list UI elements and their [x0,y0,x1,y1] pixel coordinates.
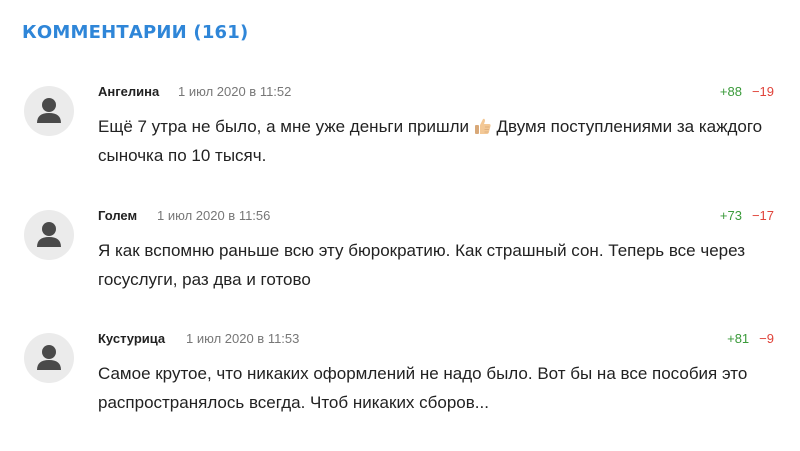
comment-date: 1 июл 2020 в 11:56 [157,208,271,223]
vote-counts: +73 −17 [720,208,774,224]
comment-date: 1 июл 2020 в 11:53 [186,331,300,346]
thumbs-up-icon [474,115,492,134]
user-placeholder-icon [37,222,61,247]
comment-text: Самое крутое, что никаких оформлений не … [98,364,748,412]
comment-date: 1 июл 2020 в 11:52 [178,84,292,99]
avatar[interactable] [24,333,74,383]
user-placeholder-icon [37,345,61,370]
comment-item: Голем 1 июл 2020 в 11:56 +73 −17 Я как в… [0,208,800,328]
downvote-count[interactable]: −17 [752,208,774,224]
comment-author[interactable]: Ангелина [98,84,159,100]
downvote-count[interactable]: −19 [752,84,774,100]
comments-section-title: КОММЕНТАРИИ (161) [22,22,249,43]
downvote-count[interactable]: −9 [759,331,774,347]
comment-author[interactable]: Кустурица [98,331,165,347]
upvote-count[interactable]: +88 [720,84,742,100]
vote-counts: +81 −9 [727,331,774,347]
comment-text: Я как вспомню раньше всю эту бюрократию.… [98,241,746,289]
comment-author[interactable]: Голем [98,208,137,224]
comment-item: Кустурица 1 июл 2020 в 11:53 +81 −9 Само… [0,331,800,451]
comment-text: Ещё 7 утра не было, а мне уже деньги при… [98,112,768,170]
avatar[interactable] [24,210,74,260]
comment-item: Ангелина 1 июл 2020 в 11:52 +88 −19 Ещё … [0,84,800,204]
comment-text-part: Ещё 7 утра не было, а мне уже деньги при… [98,117,470,136]
avatar[interactable] [24,86,74,136]
vote-counts: +88 −19 [720,84,774,100]
upvote-count[interactable]: +73 [720,208,742,224]
upvote-count[interactable]: +81 [727,331,749,347]
user-placeholder-icon [37,98,61,123]
